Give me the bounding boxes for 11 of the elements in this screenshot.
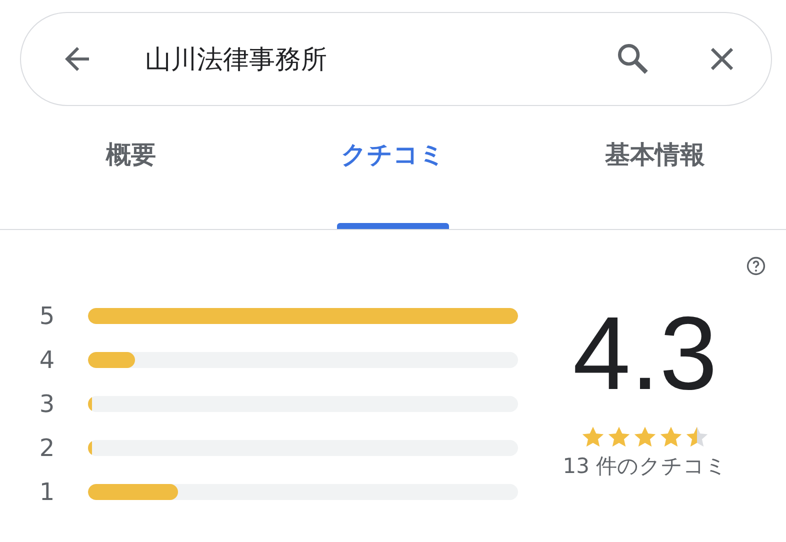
rating-label: 2	[38, 434, 56, 462]
review-count: 13 件のクチコミ	[562, 453, 728, 480]
tab[interactable]: クチコミ	[262, 106, 524, 229]
rating-label: 3	[38, 390, 56, 418]
tab[interactable]: 基本情報	[524, 106, 786, 229]
search-field[interactable]: 山川法律事務所	[105, 44, 603, 74]
rating-label: 1	[38, 478, 56, 506]
rating-label: 5	[38, 302, 56, 330]
average-rating: 4.3	[572, 302, 718, 406]
rating-label: 4	[38, 346, 56, 374]
tab[interactable]: 概要	[0, 106, 262, 229]
